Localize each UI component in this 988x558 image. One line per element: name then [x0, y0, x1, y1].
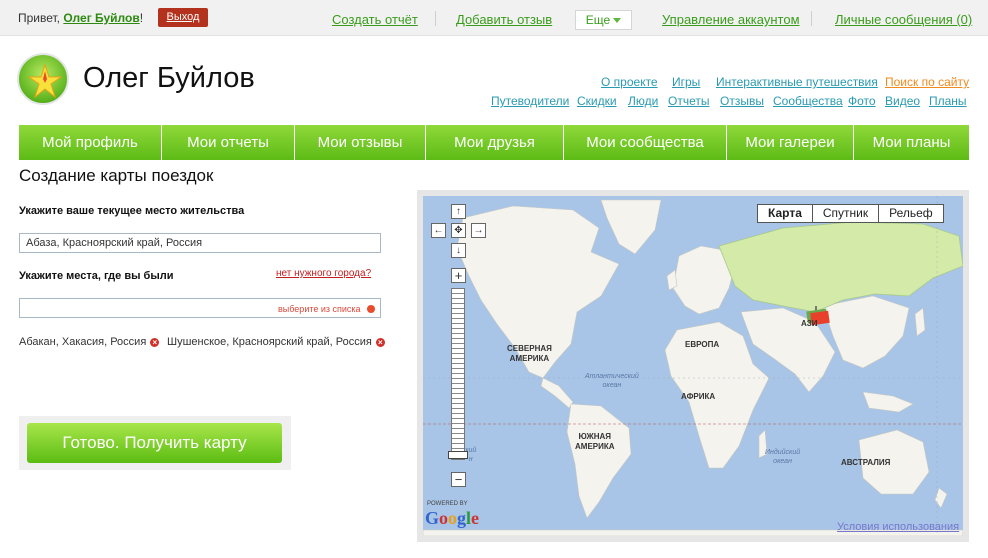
header-link-guides[interactable]: Путеводители — [491, 94, 569, 108]
google-logo: Google — [425, 508, 480, 528]
label-north-america: СЕВЕРНАЯ АМЕРИКА — [507, 344, 552, 363]
zoom-slider[interactable] — [451, 288, 465, 460]
nav-my-reviews[interactable]: Мои отзывы — [295, 125, 426, 160]
pan-left-icon[interactable]: ← — [431, 223, 446, 238]
world-map[interactable]: СЕВЕРНАЯ АМЕРИКА ЮЖНАЯ АМЕРИКА ЕВРОПА АФ… — [423, 196, 963, 536]
remove-icon[interactable]: × — [150, 337, 160, 347]
world-map-graphic — [423, 196, 963, 536]
header-link-reports[interactable]: Отчеты — [668, 94, 709, 108]
main-nav: Мой профиль Мои отчеты Мои отзывы Мои др… — [19, 125, 969, 160]
terms-of-use-link[interactable]: Условия использования — [837, 521, 959, 533]
logout-button[interactable]: Выход — [158, 8, 208, 27]
header-link-games[interactable]: Игры — [672, 75, 700, 89]
header-link-plans[interactable]: Планы — [929, 94, 967, 108]
header-link-interactive-trips[interactable]: Интерактивные путешествия — [716, 75, 878, 89]
dropdown-dot-icon[interactable] — [367, 305, 375, 313]
get-map-button[interactable]: Готово. Получить карту — [27, 423, 282, 463]
visited-label: Укажите места, где вы были — [19, 270, 174, 282]
chevron-down-icon — [613, 18, 622, 24]
page-title: Создание карты поездок — [19, 166, 214, 185]
residence-input[interactable]: Абаза, Красноярский край, Россия — [19, 233, 381, 253]
divider — [811, 11, 812, 26]
residence-label: Укажите ваше текущее место жительства — [19, 205, 245, 217]
more-label: Еще — [585, 13, 611, 27]
pan-right-icon[interactable]: → — [471, 223, 486, 238]
label-africa: АФРИКА — [681, 392, 716, 401]
site-logo[interactable] — [17, 53, 69, 105]
pan-center-icon[interactable]: ✥ — [451, 223, 466, 238]
label-indian-ocean: Индийский океан — [765, 449, 801, 465]
more-dropdown[interactable]: Еще — [575, 10, 632, 30]
label-south-america: ЮЖНАЯ АМЕРИКА — [575, 432, 615, 451]
nav-my-communities[interactable]: Мои сообщества — [564, 125, 727, 160]
header-link-people[interactable]: Люди — [628, 94, 658, 108]
divider — [435, 11, 436, 26]
greeting-exclaim: ! — [139, 11, 144, 25]
nav-my-profile[interactable]: Мой профиль — [19, 125, 162, 160]
zoom-handle[interactable] — [448, 451, 468, 459]
nav-my-plans[interactable]: Мои планы — [854, 125, 969, 160]
label-atlantic-ocean: Атлантический океан — [585, 373, 639, 389]
create-report-link[interactable]: Создать отчёт — [332, 12, 418, 27]
profile-name: Олег Буйлов — [83, 62, 255, 94]
map-type-satellite[interactable]: Спутник — [813, 205, 880, 222]
greeting: Привет, Олег Буйлов! — [18, 11, 143, 25]
pan-down-icon[interactable]: ↓ — [451, 243, 466, 258]
label-europe: ЕВРОПА — [685, 340, 720, 349]
header-link-about[interactable]: О проекте — [601, 75, 658, 89]
add-review-link[interactable]: Добавить отзыв — [456, 12, 552, 27]
zoom-in-icon[interactable]: + — [451, 268, 466, 283]
messages-link[interactable]: Личные сообщения (0) — [835, 12, 972, 27]
header-link-reviews[interactable]: Отзывы — [720, 94, 764, 108]
visited-chip-label: Абакан, Хакасия, Россия — [19, 336, 147, 348]
remove-icon[interactable]: × — [375, 337, 385, 347]
visited-chip: Шушенское, Красноярский край, Россия × — [167, 336, 385, 348]
header-link-photo[interactable]: Фото — [848, 94, 876, 108]
pan-up-icon[interactable]: ↑ — [451, 204, 466, 219]
powered-by-text: POWERED BY — [427, 501, 468, 507]
zoom-out-icon[interactable]: − — [451, 472, 466, 487]
map-type-map[interactable]: Карта — [758, 205, 813, 222]
label-australia: АВСТРАЛИЯ — [841, 458, 891, 467]
map-type-switch: Карта Спутник Рельеф — [757, 204, 944, 223]
nav-my-reports[interactable]: Мои отчеты — [162, 125, 295, 160]
header-link-search[interactable]: Поиск по сайту — [885, 75, 969, 89]
nav-my-galleries[interactable]: Мои галереи — [727, 125, 854, 160]
header-link-video[interactable]: Видео — [885, 94, 920, 108]
nav-my-friends[interactable]: Мои друзья — [426, 125, 564, 160]
header-link-communities[interactable]: Сообщества — [773, 94, 843, 108]
username-link[interactable]: Олег Буйлов — [63, 11, 139, 25]
label-asia: АЗИ — [801, 319, 818, 328]
visited-hint: выберите из списка — [278, 304, 361, 314]
account-link[interactable]: Управление аккаунтом — [662, 12, 800, 27]
map-type-terrain[interactable]: Рельеф — [879, 205, 943, 222]
header-link-discounts[interactable]: Скидки — [577, 94, 617, 108]
visited-chip: Абакан, Хакасия, Россия × — [19, 336, 160, 348]
star-logo-icon — [27, 63, 63, 99]
visited-chip-label: Шушенское, Красноярский край, Россия — [167, 336, 372, 348]
missing-city-link[interactable]: нет нужного города? — [276, 268, 371, 279]
greeting-text: Привет, — [18, 11, 61, 25]
top-bar: Привет, Олег Буйлов! Выход Создать отчёт… — [0, 0, 988, 36]
